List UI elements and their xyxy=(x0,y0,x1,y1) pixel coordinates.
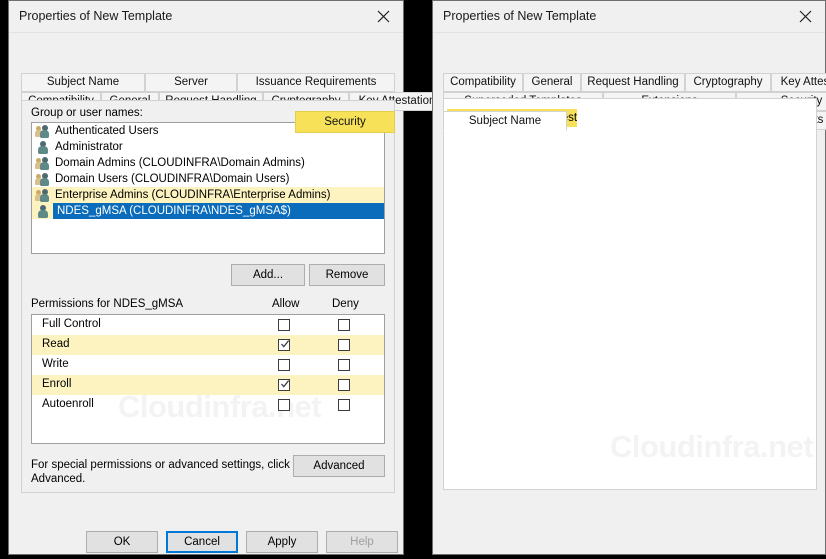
list-item-label: Authenticated Users xyxy=(55,125,159,137)
tab-subject-name[interactable]: Subject Name xyxy=(21,73,145,92)
list-item-label: Enterprise Admins (CLOUDINFRA\Enterprise… xyxy=(55,189,331,201)
deny-checkbox[interactable] xyxy=(338,399,350,411)
list-item[interactable]: Enterprise Admins (CLOUDINFRA\Enterprise… xyxy=(32,187,384,203)
column-header-deny: Deny xyxy=(332,298,359,310)
close-icon[interactable] xyxy=(363,1,403,31)
column-header-allow: Allow xyxy=(272,298,300,310)
allow-checkbox[interactable] xyxy=(278,319,290,331)
tab-cryptography[interactable]: Cryptography xyxy=(685,73,771,92)
advanced-button[interactable]: Advanced xyxy=(293,455,385,477)
cancel-button[interactable]: Cancel xyxy=(166,531,238,553)
allow-checkbox-checked[interactable] xyxy=(278,379,290,391)
table-row: Full Control xyxy=(32,315,384,335)
table-row: Read xyxy=(32,335,384,355)
table-row: Enroll xyxy=(32,375,384,395)
permission-label: Enroll xyxy=(42,378,72,390)
screen: Properties of New Template Subject Name … xyxy=(0,0,826,559)
list-item-label: Domain Admins (CLOUDINFRA\Domain Admins) xyxy=(55,157,305,169)
user-icon xyxy=(36,140,50,154)
group-icon xyxy=(35,156,50,170)
table-row: Write xyxy=(32,355,384,375)
tab-issuance-requirements[interactable]: Issuance Requirements xyxy=(237,73,395,92)
add-button[interactable]: Add... xyxy=(231,264,305,286)
permission-label: Write xyxy=(42,358,69,370)
allow-checkbox[interactable] xyxy=(278,359,290,371)
right-titlebar: Properties of New Template xyxy=(433,1,825,33)
help-button: Help xyxy=(326,531,398,553)
group-icon xyxy=(35,124,50,138)
permissions-table: Cloudinfra.net Full Control Read Write E… xyxy=(31,314,385,444)
list-item-label: Administrator xyxy=(55,141,123,153)
list-item[interactable]: Domain Admins (CLOUDINFRA\Domain Admins) xyxy=(32,155,384,171)
allow-checkbox[interactable] xyxy=(278,399,290,411)
tab-general[interactable]: General xyxy=(523,73,581,92)
tab-security[interactable]: Security xyxy=(295,111,395,133)
group-or-user-names-list[interactable]: Authenticated Users Administrator Domain… xyxy=(31,122,385,254)
group-icon xyxy=(35,172,50,186)
watermark: Cloudinfra.net xyxy=(610,429,814,464)
advanced-note-line1: For special permissions or advanced sett… xyxy=(31,459,290,471)
list-item-selected[interactable]: NDES_gMSA (CLOUDINFRA\NDES_gMSA$) xyxy=(32,203,384,219)
deny-checkbox[interactable] xyxy=(338,359,350,371)
tab-subject-name[interactable]: Subject Name xyxy=(443,111,567,131)
permissions-label: Permissions for NDES_gMSA xyxy=(31,298,184,310)
apply-button[interactable]: Apply xyxy=(246,531,318,553)
advanced-note-line2: Advanced. xyxy=(31,473,86,485)
list-item[interactable]: Administrator xyxy=(32,139,384,155)
allow-checkbox-checked[interactable] xyxy=(278,339,290,351)
list-item-label: Domain Users (CLOUDINFRA\Domain Users) xyxy=(55,173,290,185)
table-row: Autoenroll xyxy=(32,395,384,415)
tab-key-attestation[interactable]: Key Attestation xyxy=(771,73,826,92)
permission-label: Autoenroll xyxy=(42,398,94,410)
close-icon[interactable] xyxy=(785,1,825,31)
left-dialog-title: Properties of New Template xyxy=(19,9,173,23)
list-item[interactable]: Domain Users (CLOUDINFRA\Domain Users) xyxy=(32,171,384,187)
permission-label: Read xyxy=(42,338,70,350)
tab-compatibility[interactable]: Compatibility xyxy=(443,73,523,92)
right-tab-panel: Cloudinfra.net xyxy=(443,98,817,490)
user-icon xyxy=(36,204,50,218)
group-or-user-names-label: Group or user names: xyxy=(31,107,143,119)
left-dialog: Properties of New Template Subject Name … xyxy=(8,0,445,555)
right-dialog: Properties of New Template Compatibility… xyxy=(432,0,826,555)
ok-button[interactable]: OK xyxy=(86,531,158,553)
right-dialog-title: Properties of New Template xyxy=(443,9,597,23)
list-item-label: NDES_gMSA (CLOUDINFRA\NDES_gMSA$) xyxy=(55,205,293,217)
group-icon xyxy=(35,188,50,202)
left-titlebar: Properties of New Template xyxy=(9,1,403,33)
tab-server[interactable]: Server xyxy=(145,73,237,92)
deny-checkbox[interactable] xyxy=(338,339,350,351)
remove-button[interactable]: Remove xyxy=(309,264,385,286)
deny-checkbox[interactable] xyxy=(338,319,350,331)
permission-label: Full Control xyxy=(42,318,101,330)
tab-request-handling[interactable]: Request Handling xyxy=(581,73,685,92)
deny-checkbox[interactable] xyxy=(338,379,350,391)
